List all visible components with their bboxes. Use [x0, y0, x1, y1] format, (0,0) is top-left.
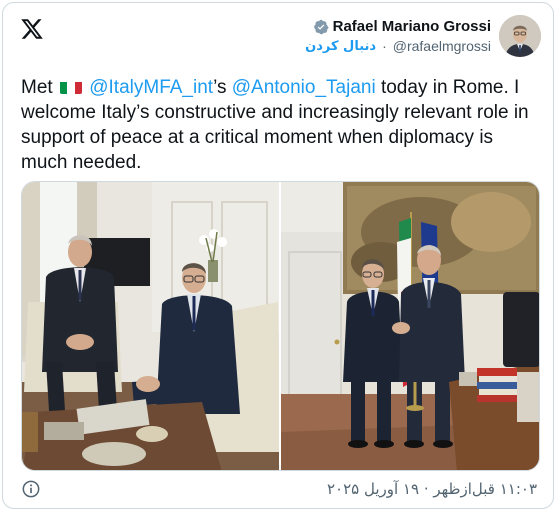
author-block[interactable]: Rafael Mariano Grossi دنبال کردن · @rafa…: [305, 15, 541, 57]
photo-handshake[interactable]: [281, 182, 539, 470]
tweet-timestamp[interactable]: ۱۱:۰۳ قبل‌ازظهر · ۱۹ آوریل ۲۰۲۵: [327, 480, 537, 498]
avatar-portrait: [499, 15, 541, 57]
x-logo-icon[interactable]: [20, 17, 44, 41]
info-icon[interactable]: [21, 479, 41, 499]
photo-meeting-seated[interactable]: [22, 182, 279, 470]
avatar[interactable]: [499, 15, 541, 57]
tweet-text-part: Met: [21, 77, 58, 98]
author-handle[interactable]: @rafaelmgrossi: [393, 38, 491, 54]
separator-dot: ·: [382, 38, 387, 54]
italy-flag-icon: [59, 79, 82, 94]
follow-button[interactable]: دنبال کردن: [305, 39, 376, 54]
author-display-name[interactable]: Rafael Mariano Grossi: [333, 18, 491, 35]
mention-italy-mfa[interactable]: @ItalyMFA_int: [89, 77, 213, 98]
tweet-card[interactable]: Rafael Mariano Grossi دنبال کردن · @rafa…: [2, 2, 554, 509]
tweet-text-part: ’s: [213, 77, 232, 98]
verified-badge-icon: [313, 19, 329, 34]
media-grid: [21, 181, 540, 471]
tweet-text: Met @ItalyMFA_int’s @Antonio_Tajani toda…: [21, 75, 541, 175]
mention-antonio-tajani[interactable]: @Antonio_Tajani: [232, 77, 376, 98]
tweet-footer: ۱۱:۰۳ قبل‌ازظهر · ۱۹ آوریل ۲۰۲۵: [21, 477, 537, 501]
